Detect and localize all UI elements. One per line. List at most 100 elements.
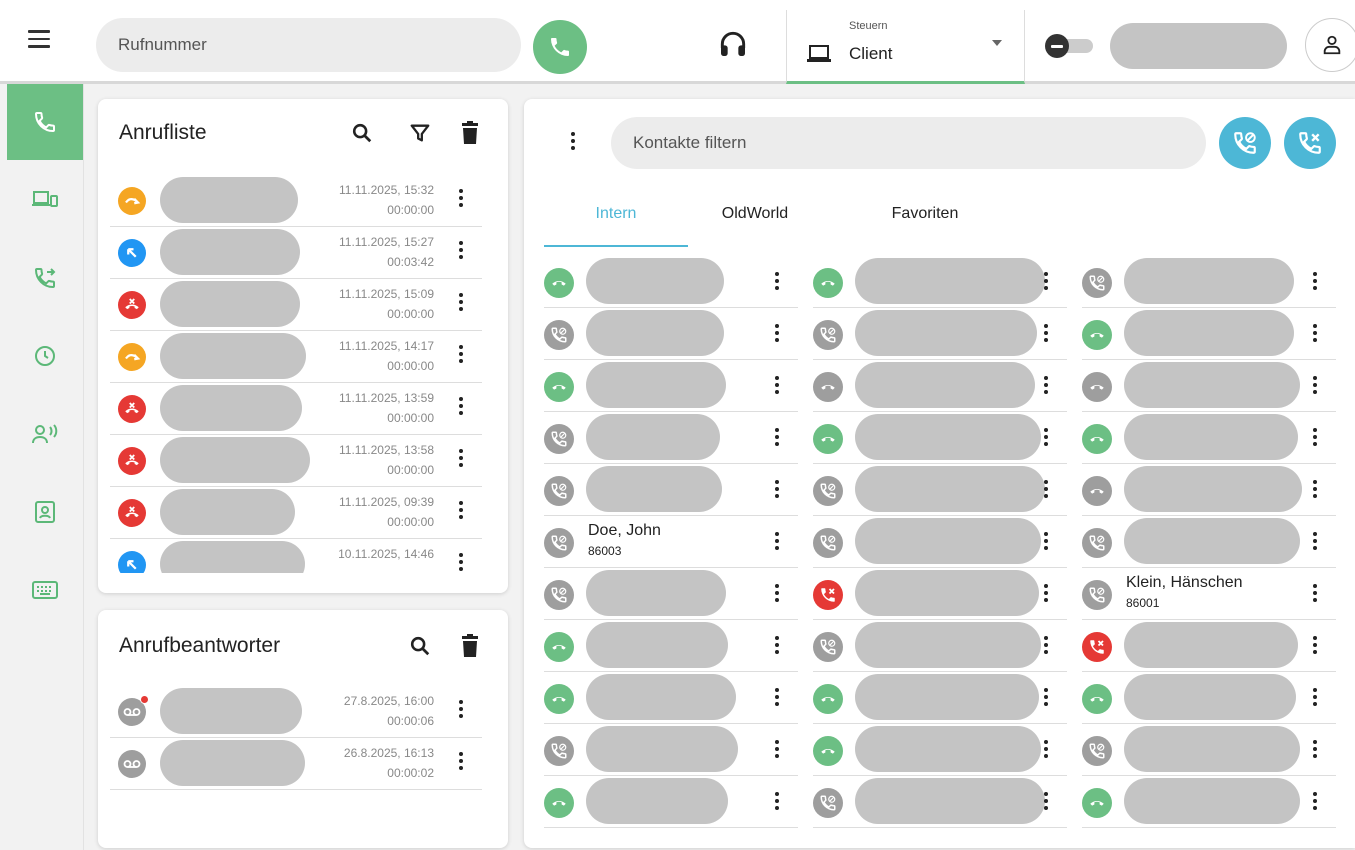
call-list-row[interactable]: 11.11.2025, 09:39 00:00:00 bbox=[110, 487, 482, 539]
more-menu-icon[interactable] bbox=[774, 688, 780, 710]
contacts-filter-input[interactable] bbox=[611, 117, 1206, 169]
more-menu-icon[interactable] bbox=[1312, 480, 1318, 502]
more-menu-icon[interactable] bbox=[1312, 636, 1318, 658]
contact-row[interactable] bbox=[813, 256, 1067, 308]
contact-row[interactable] bbox=[813, 724, 1067, 776]
contact-row[interactable] bbox=[1082, 464, 1336, 516]
available-status-icon[interactable] bbox=[1082, 684, 1112, 714]
offline-status-icon[interactable] bbox=[544, 320, 574, 350]
available-status-icon[interactable] bbox=[813, 736, 843, 766]
call-button[interactable] bbox=[533, 20, 587, 74]
more-menu-icon[interactable] bbox=[1043, 688, 1049, 710]
contact-row[interactable] bbox=[1082, 308, 1336, 360]
available-status-icon[interactable] bbox=[544, 372, 574, 402]
more-menu-icon[interactable] bbox=[774, 636, 780, 658]
offline-status-icon[interactable] bbox=[813, 320, 843, 350]
contact-row[interactable] bbox=[813, 620, 1067, 672]
available-status-icon[interactable] bbox=[544, 632, 574, 662]
offline-status-icon[interactable] bbox=[1082, 736, 1112, 766]
filter-icon[interactable] bbox=[406, 119, 434, 147]
more-menu-icon[interactable] bbox=[458, 397, 464, 419]
more-menu-icon[interactable] bbox=[774, 480, 780, 502]
voicemail-row[interactable]: 26.8.2025, 16:13 00:00:02 bbox=[110, 738, 482, 790]
available-status-icon[interactable] bbox=[544, 788, 574, 818]
more-menu-icon[interactable] bbox=[1312, 376, 1318, 398]
contact-row[interactable] bbox=[544, 308, 798, 360]
call-list-row[interactable]: 11.11.2025, 15:09 00:00:00 bbox=[110, 279, 482, 331]
more-menu-icon[interactable] bbox=[1043, 584, 1049, 606]
more-menu-icon[interactable] bbox=[458, 501, 464, 523]
more-menu-icon[interactable] bbox=[458, 553, 464, 573]
contact-row[interactable] bbox=[1082, 620, 1336, 672]
more-menu-icon[interactable] bbox=[774, 324, 780, 346]
contact-row[interactable] bbox=[544, 724, 798, 776]
headset-icon[interactable] bbox=[717, 28, 749, 60]
contact-row[interactable] bbox=[813, 412, 1067, 464]
idle-status-icon[interactable] bbox=[1082, 476, 1112, 506]
dial-number-input[interactable] bbox=[96, 18, 521, 72]
more-menu-icon[interactable] bbox=[1312, 324, 1318, 346]
contact-row[interactable] bbox=[544, 256, 798, 308]
contact-row[interactable]: Doe, John 86003 bbox=[544, 516, 798, 568]
contact-row[interactable] bbox=[1082, 360, 1336, 412]
contact-row[interactable] bbox=[1082, 672, 1336, 724]
more-menu-icon[interactable] bbox=[1043, 324, 1049, 346]
idle-status-icon[interactable] bbox=[813, 372, 843, 402]
contact-row[interactable] bbox=[544, 568, 798, 620]
more-menu-icon[interactable] bbox=[774, 376, 780, 398]
more-menu-icon[interactable] bbox=[1043, 792, 1049, 814]
call-list-row[interactable]: 10.11.2025, 14:46 bbox=[110, 539, 482, 573]
search-icon[interactable] bbox=[406, 632, 434, 660]
trash-icon[interactable] bbox=[456, 632, 484, 660]
more-menu-icon[interactable] bbox=[458, 293, 464, 315]
contact-row[interactable] bbox=[813, 360, 1067, 412]
available-status-icon[interactable] bbox=[544, 684, 574, 714]
dnd-call-button[interactable] bbox=[1219, 117, 1271, 169]
sidebar-item-devices[interactable] bbox=[7, 162, 83, 238]
contact-row[interactable] bbox=[544, 776, 798, 828]
available-status-icon[interactable] bbox=[544, 268, 574, 298]
available-status-icon[interactable] bbox=[813, 424, 843, 454]
offline-status-icon[interactable] bbox=[813, 528, 843, 558]
contact-row[interactable] bbox=[813, 464, 1067, 516]
more-menu-icon[interactable] bbox=[774, 532, 780, 554]
more-menu-icon[interactable] bbox=[774, 428, 780, 450]
more-menu-icon[interactable] bbox=[774, 584, 780, 606]
contact-row[interactable] bbox=[813, 568, 1067, 620]
contact-row[interactable] bbox=[544, 412, 798, 464]
more-menu-icon[interactable] bbox=[458, 189, 464, 211]
more-menu-icon[interactable] bbox=[458, 700, 464, 722]
voicemail-row[interactable]: 27.8.2025, 16:00 00:00:06 bbox=[110, 686, 482, 738]
contact-row[interactable] bbox=[813, 776, 1067, 828]
dnd-toggle[interactable] bbox=[1045, 34, 1093, 58]
sidebar-item-presence[interactable] bbox=[7, 396, 83, 472]
tab-favoriten[interactable]: Favoriten bbox=[860, 205, 990, 223]
more-menu-icon[interactable] bbox=[1312, 740, 1318, 762]
call-list-row[interactable]: 11.11.2025, 13:58 00:00:00 bbox=[110, 435, 482, 487]
busy-status-icon[interactable] bbox=[813, 580, 843, 610]
offline-status-icon[interactable] bbox=[544, 476, 574, 506]
more-menu-icon[interactable] bbox=[1043, 376, 1049, 398]
more-menu-icon[interactable] bbox=[1312, 272, 1318, 294]
offline-status-icon[interactable] bbox=[1082, 580, 1112, 610]
offline-status-icon[interactable] bbox=[813, 788, 843, 818]
more-menu-icon[interactable] bbox=[1312, 584, 1318, 606]
more-menu-icon[interactable] bbox=[458, 241, 464, 263]
offline-status-icon[interactable] bbox=[813, 476, 843, 506]
more-menu-icon[interactable] bbox=[1043, 532, 1049, 554]
offline-status-icon[interactable] bbox=[544, 528, 574, 558]
more-menu-icon[interactable] bbox=[774, 272, 780, 294]
offline-status-icon[interactable] bbox=[544, 580, 574, 610]
sidebar-item-call-forward[interactable] bbox=[7, 240, 83, 316]
contact-row[interactable] bbox=[1082, 412, 1336, 464]
offline-status-icon[interactable] bbox=[1082, 268, 1112, 298]
available-status-icon[interactable] bbox=[1082, 788, 1112, 818]
sidebar-item-contacts[interactable] bbox=[7, 474, 83, 550]
call-list-row[interactable]: 11.11.2025, 13:59 00:00:00 bbox=[110, 383, 482, 435]
sidebar-item-phone[interactable] bbox=[7, 84, 83, 160]
more-menu-icon[interactable] bbox=[774, 740, 780, 762]
trash-icon[interactable] bbox=[456, 119, 484, 147]
contact-row[interactable] bbox=[813, 516, 1067, 568]
reject-call-button[interactable] bbox=[1284, 117, 1336, 169]
menu-icon[interactable] bbox=[28, 30, 50, 53]
